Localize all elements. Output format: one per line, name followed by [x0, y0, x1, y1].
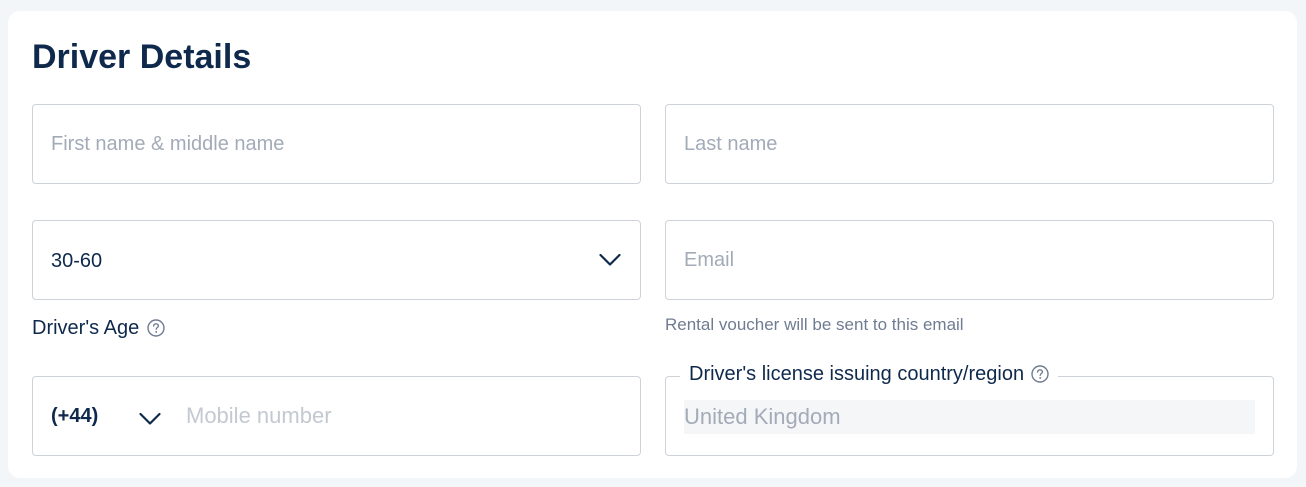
- question-circle-icon[interactable]: [147, 319, 165, 337]
- last-name-field[interactable]: [665, 104, 1274, 184]
- mobile-number-input-wrapper: [168, 377, 640, 455]
- country-code-select[interactable]: (+44): [51, 404, 98, 428]
- email-hint: Rental voucher will be sent to this emai…: [665, 315, 964, 334]
- license-country-label-text: Driver's license issuing country/region: [689, 363, 1025, 385]
- license-country-value[interactable]: United Kingdom: [684, 400, 1255, 434]
- question-circle-icon[interactable]: [1031, 365, 1049, 383]
- license-country-label: Driver's license issuing country/region: [680, 362, 1059, 386]
- first-name-field[interactable]: [32, 104, 641, 184]
- email-field[interactable]: [665, 220, 1274, 300]
- mobile-number-input[interactable]: [168, 377, 640, 455]
- chevron-down-icon[interactable]: [599, 253, 621, 267]
- driver-age-selected-value: 30-60: [51, 250, 103, 272]
- first-name-input[interactable]: [33, 105, 640, 183]
- driver-age-label: Driver's Age: [32, 316, 165, 340]
- section-title: Driver Details: [32, 38, 252, 76]
- license-country-field[interactable]: Driver's license issuing country/region …: [665, 362, 1274, 456]
- last-name-input[interactable]: [666, 105, 1273, 183]
- mobile-number-field[interactable]: (+44): [32, 376, 641, 456]
- driver-age-label-text: Driver's Age: [32, 317, 140, 339]
- driver-details-card: Driver Details 30-60 Driver's Age Rental…: [8, 11, 1297, 478]
- email-input[interactable]: [666, 221, 1273, 299]
- driver-age-select[interactable]: 30-60: [32, 220, 641, 300]
- chevron-down-icon[interactable]: [139, 412, 161, 426]
